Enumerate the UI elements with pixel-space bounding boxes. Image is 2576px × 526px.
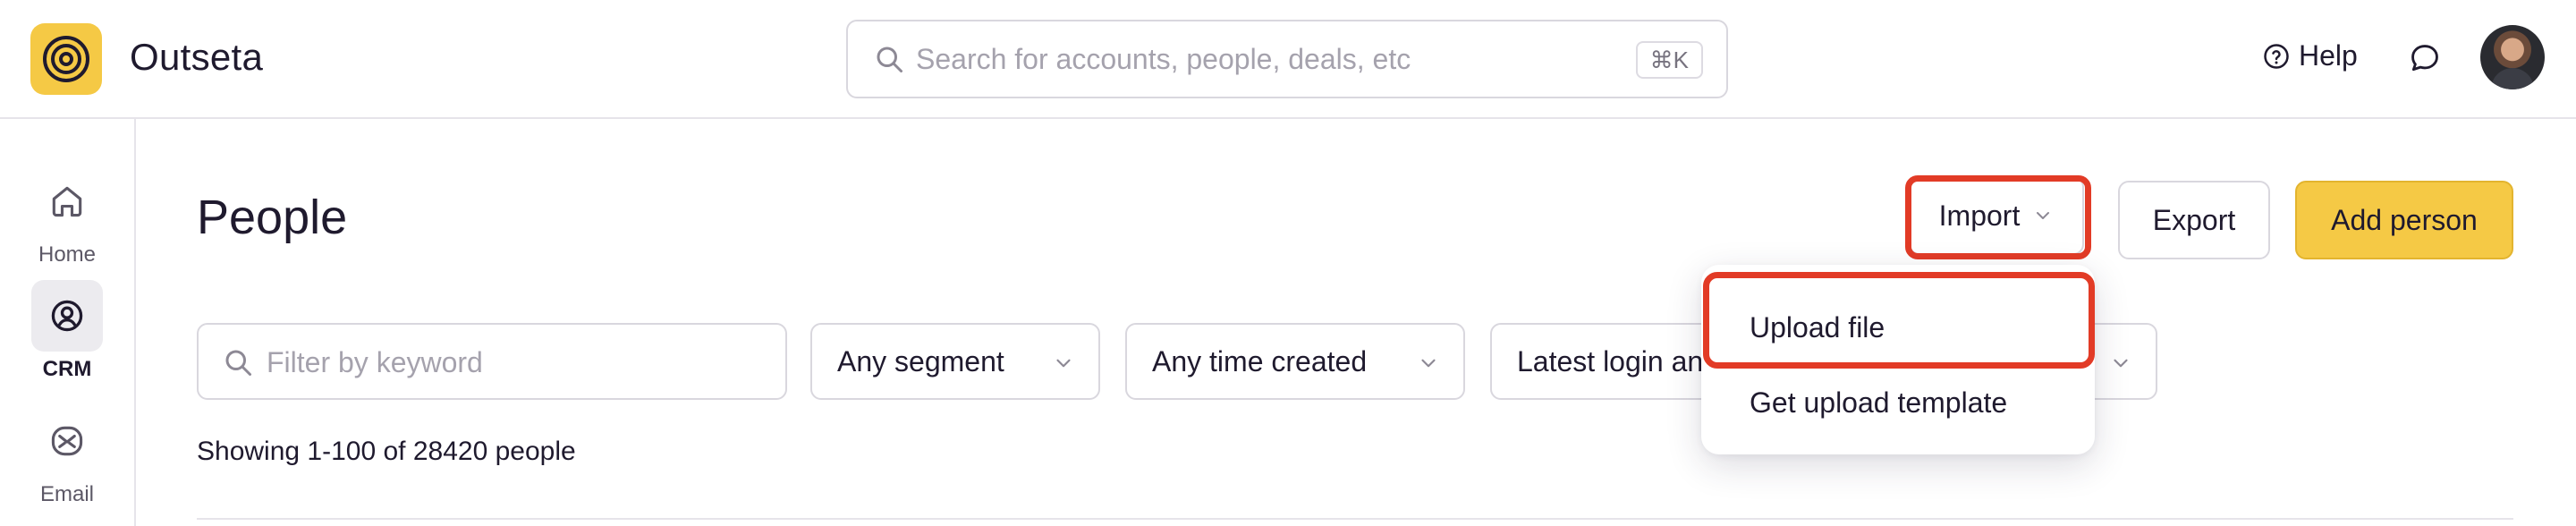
help-label: Help [2299,39,2358,72]
export-button[interactable]: Export [2118,181,2270,259]
global-search[interactable]: ⌘K [846,20,1728,98]
keyword-filter[interactable] [197,323,787,400]
search-input[interactable] [916,38,1578,81]
sidebar-item-crm[interactable]: CRM [0,280,134,382]
person-circle-icon [51,300,83,332]
sidebar: Home CRM Email [0,119,136,526]
add-person-button[interactable]: Add person [2295,181,2513,259]
search-icon [225,350,251,376]
sidebar-icon-wrap [31,280,103,352]
export-button-label: Export [2152,203,2236,236]
import-dropdown-menu: Upload file Get upload template [1701,265,2095,454]
search-icon [877,47,902,72]
chat-bubble-icon[interactable] [2408,41,2442,75]
user-avatar[interactable] [2480,25,2545,89]
time-created-select-value: Any time created [1152,344,1368,378]
results-count: Showing 1-100 of 28420 people [197,437,576,466]
help-button[interactable]: Help [2263,39,2358,72]
menu-item-upload-file[interactable]: Upload file [1750,311,1885,344]
home-icon [52,186,82,217]
chevron-down-icon [2114,359,2128,368]
sidebar-icon-wrap [31,405,103,477]
sidebar-item-label: Home [38,242,97,267]
sidebar-item-label: Email [39,482,94,506]
add-person-button-label: Add person [2331,203,2478,236]
page-title: People [197,191,348,244]
chevron-down-icon [1421,359,1436,368]
top-bar: Outseta ⌘K Help [0,0,2576,119]
logo-rings-icon [43,36,89,82]
chevron-down-icon [2037,212,2050,219]
sidebar-item-home[interactable]: Home [0,165,134,267]
import-button[interactable]: Import [1909,176,2084,255]
brand-name: Outseta [130,36,264,78]
segment-select-value: Any segment [837,344,1004,378]
search-shortcut-badge: ⌘K [1635,41,1703,79]
chevron-down-icon [1056,359,1071,368]
sidebar-icon-wrap [31,165,103,237]
segment-select[interactable]: Any segment [810,323,1100,400]
import-button-label: Import [1938,199,2021,232]
time-created-select[interactable]: Any time created [1125,323,1465,400]
sidebar-item-label: CRM [42,357,92,381]
envelope-icon [51,426,83,456]
help-circle-icon [2264,43,2289,69]
keyword-filter-input[interactable] [267,341,767,384]
menu-item-get-upload-template[interactable]: Get upload template [1750,386,2007,420]
table-divider [197,518,2513,520]
outseta-logo[interactable] [30,23,102,95]
sidebar-item-email[interactable]: Email [0,405,134,507]
